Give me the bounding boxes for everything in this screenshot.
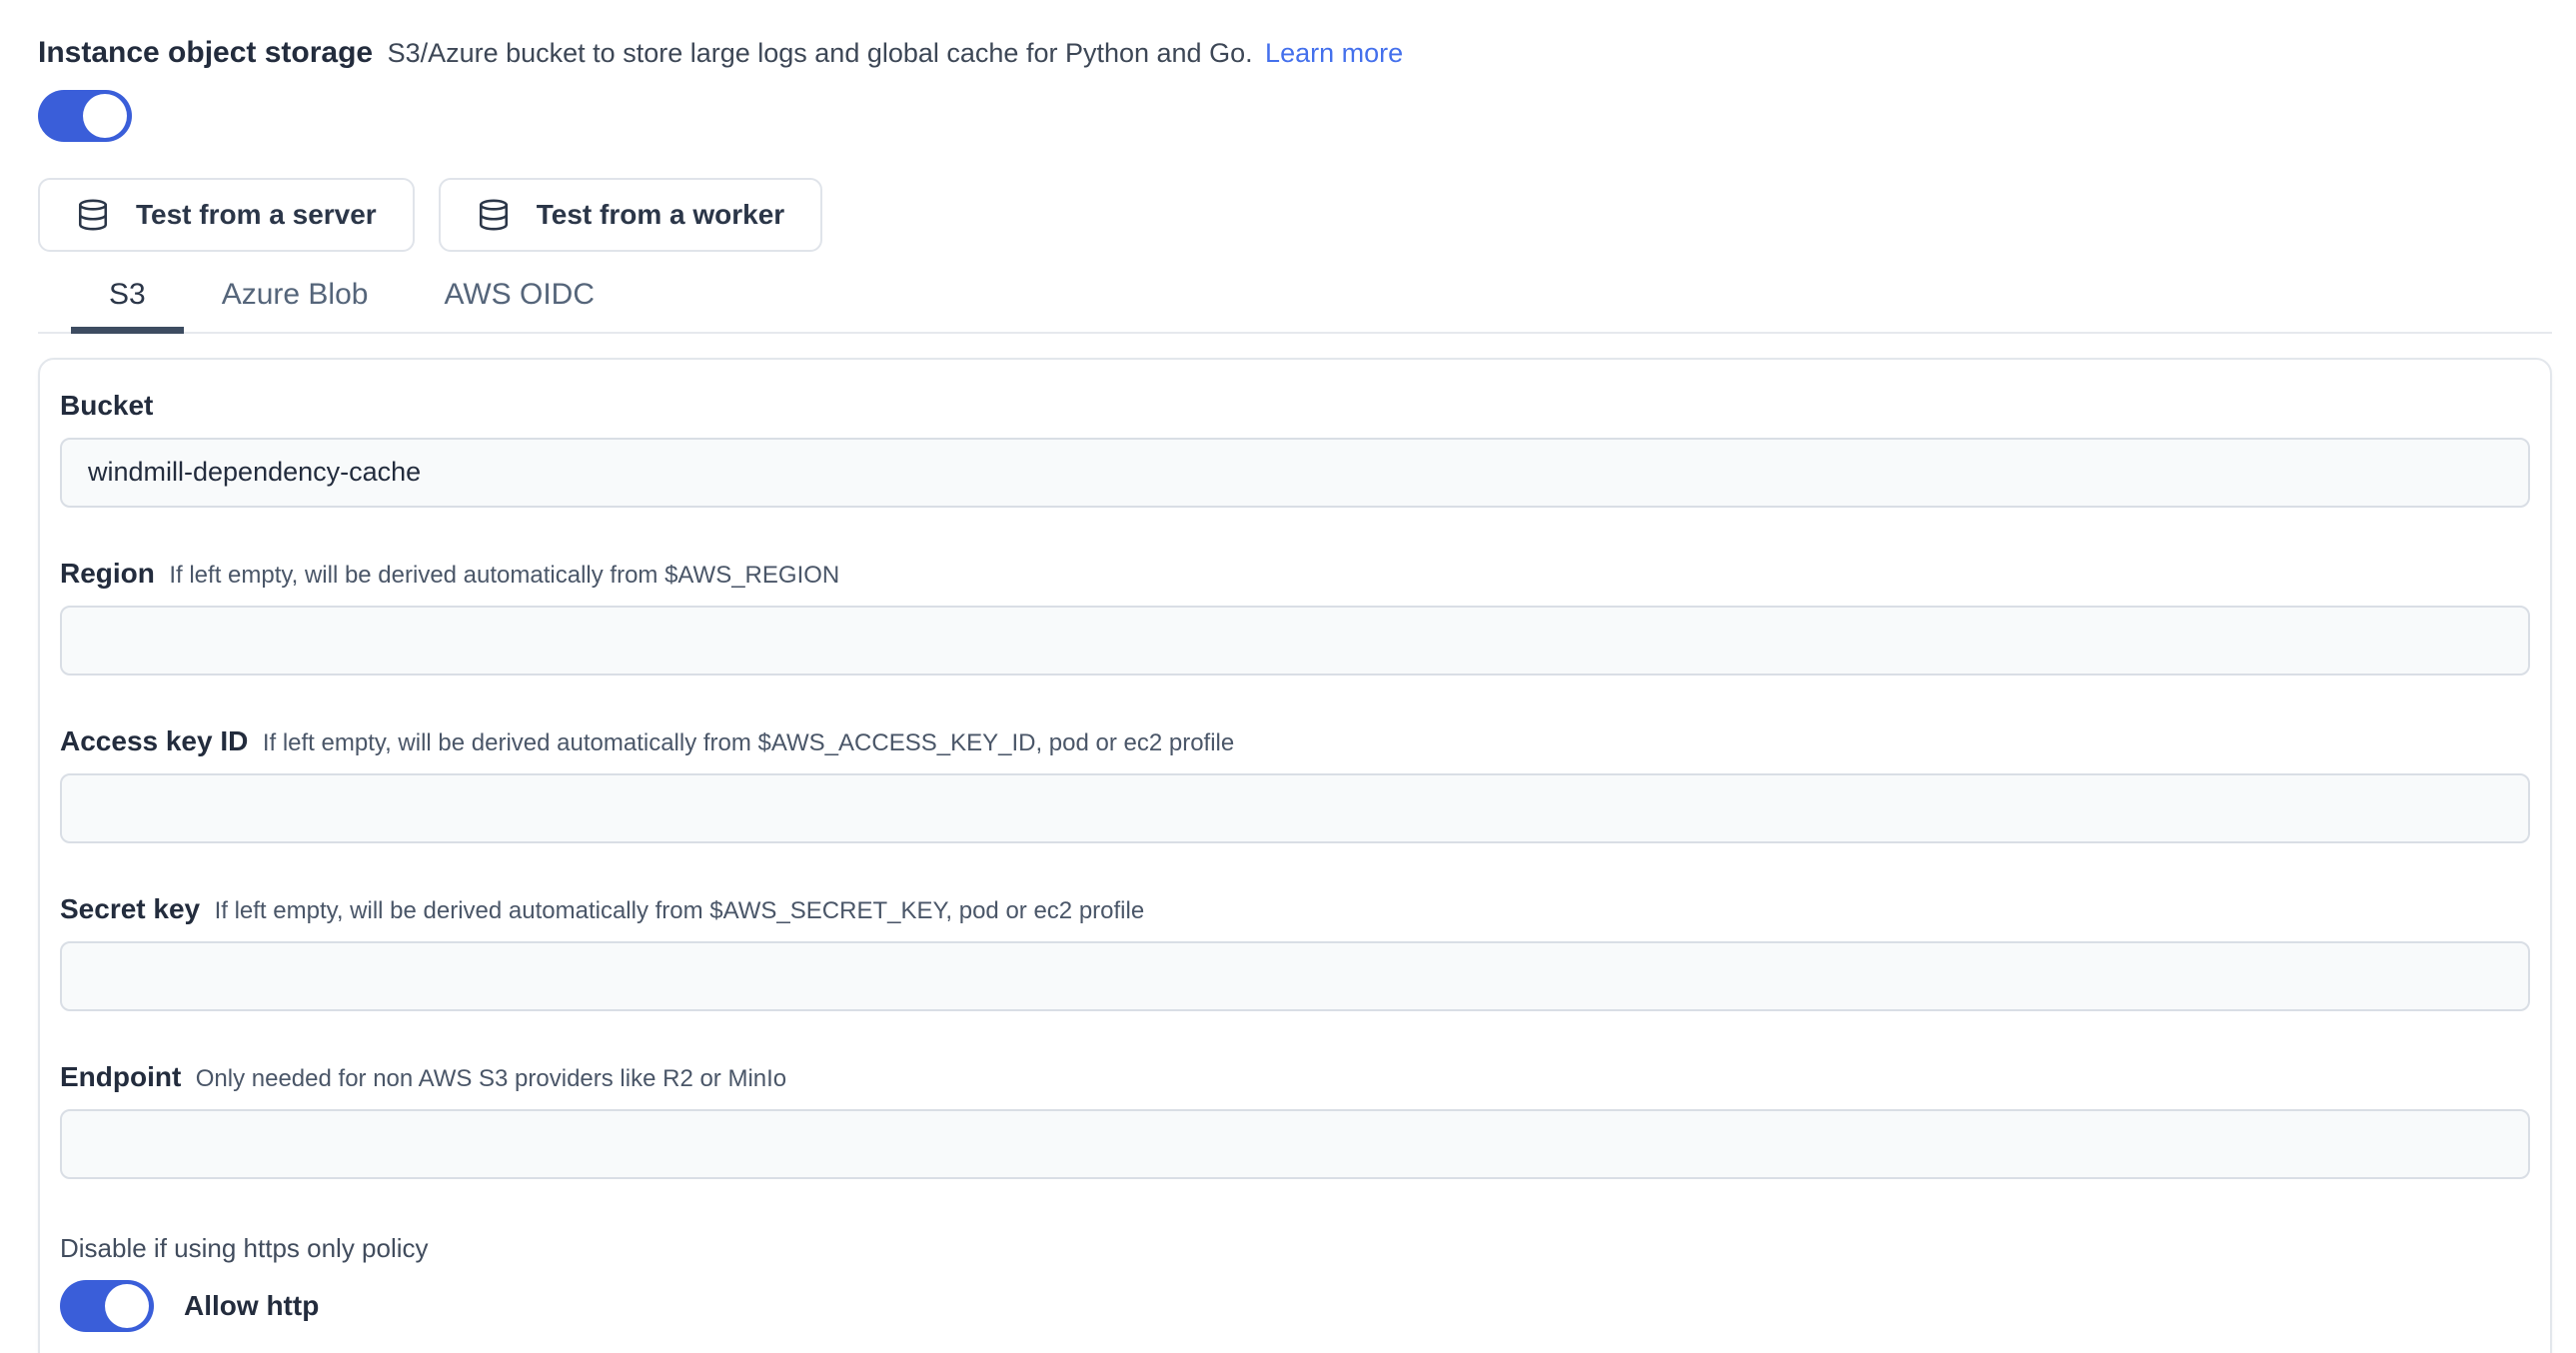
test-from-server-label: Test from a server [136,199,377,231]
test-actions: Test from a server Test from a worker [38,178,2552,252]
object-storage-header: Instance object storage S3/Azure bucket … [38,34,2552,72]
test-from-server-button[interactable]: Test from a server [38,178,415,252]
access-key-id-hint: If left empty, will be derived automatic… [263,729,1234,756]
tab-aws-oidc[interactable]: AWS OIDC [406,268,633,332]
secret-key-field: Secret key If left empty, will be derive… [60,893,2530,1011]
access-key-id-input[interactable] [60,773,2530,843]
endpoint-input[interactable] [60,1109,2530,1179]
toggle-knob [105,1284,149,1328]
secret-key-label: Secret key [60,893,200,924]
region-input[interactable] [60,606,2530,676]
test-from-worker-button[interactable]: Test from a worker [439,178,822,252]
bucket-field: Bucket [60,390,2530,508]
learn-more-link[interactable]: Learn more [1265,38,1403,68]
tab-s3[interactable]: S3 [71,268,184,332]
toggle-knob [83,94,127,138]
storage-provider-tabs: S3 Azure Blob AWS OIDC [38,268,2552,334]
database-icon [76,198,110,232]
object-storage-enable-toggle[interactable] [38,90,132,142]
s3-settings-panel: Bucket Region If left empty, will be der… [38,358,2552,1353]
page-title: Instance object storage [38,36,373,69]
bucket-input[interactable] [60,438,2530,508]
allow-http-note: Disable if using https only policy [60,1233,2530,1264]
secret-key-hint: If left empty, will be derived automatic… [215,897,1145,924]
allow-http-toggle[interactable] [60,1280,154,1332]
access-key-id-field: Access key ID If left empty, will be der… [60,725,2530,843]
bucket-label: Bucket [60,390,153,421]
endpoint-label: Endpoint [60,1061,181,1092]
region-hint: If left empty, will be derived automatic… [169,562,839,589]
tab-azure-blob[interactable]: Azure Blob [184,268,407,332]
endpoint-hint: Only needed for non AWS S3 providers lik… [196,1065,786,1092]
access-key-id-label: Access key ID [60,725,248,756]
secret-key-input[interactable] [60,941,2530,1011]
region-field: Region If left empty, will be derived au… [60,558,2530,676]
allow-http-label: Allow http [184,1290,319,1322]
endpoint-field: Endpoint Only needed for non AWS S3 prov… [60,1061,2530,1179]
region-label: Region [60,558,155,589]
instance-settings-page: Instance object storage S3/Azure bucket … [0,0,2576,1353]
database-icon [477,198,511,232]
page-subtitle: S3/Azure bucket to store large logs and … [388,38,1253,68]
test-from-worker-label: Test from a worker [537,199,784,231]
allow-http-row: Allow http [60,1280,2530,1332]
